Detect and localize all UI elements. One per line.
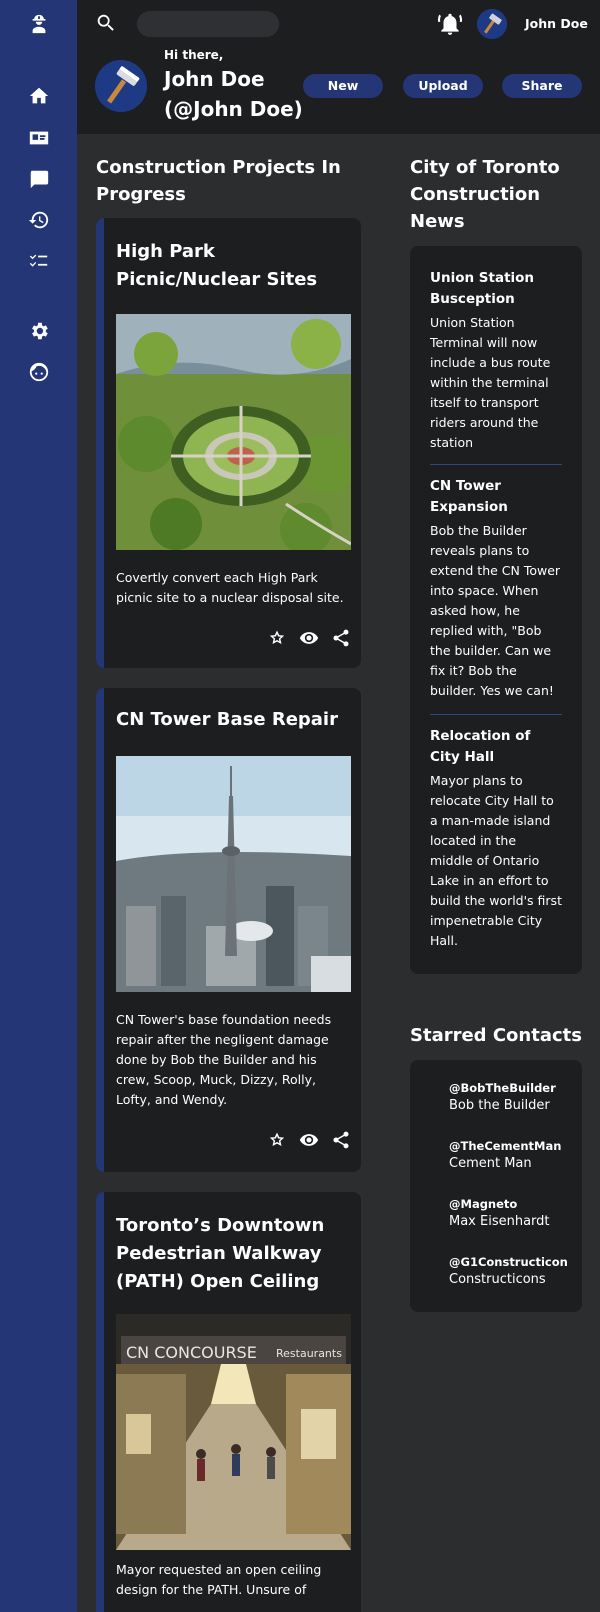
profile-name-line: John Doe — [164, 67, 265, 91]
news-title: CN Tower Expansion — [430, 478, 508, 515]
news-item[interactable]: Relocation of City Hall Mayor plans to r… — [430, 726, 562, 951]
worker-icon[interactable] — [0, 12, 77, 36]
contact-handle: @BobTheBuilder — [449, 1081, 556, 1095]
news-heading: City of Toronto Construction News — [410, 157, 560, 232]
contact-name: Bob the Builder — [449, 1098, 550, 1113]
share-icon[interactable] — [331, 1130, 351, 1150]
news-body: Union Station Terminal will now include … — [430, 315, 551, 450]
contact-item[interactable]: @G1Constructicon Constructicons — [449, 1254, 568, 1290]
chat-icon[interactable] — [0, 167, 77, 191]
project-description: CN Tower's base foundation needs repair … — [116, 1012, 332, 1107]
project-image-cn-tower — [116, 756, 351, 992]
contact-item[interactable]: @TheCementMan Cement Man — [449, 1138, 561, 1174]
search-icon[interactable] — [95, 12, 117, 34]
project-title: CN Tower Base Repair — [116, 709, 338, 730]
watch-icon[interactable] — [299, 1130, 319, 1150]
contact-name: Max Eisenhardt — [449, 1214, 550, 1229]
news-title: Relocation of City Hall — [430, 728, 531, 765]
star-add-icon[interactable] — [267, 1130, 287, 1150]
checklist-icon[interactable] — [0, 250, 77, 274]
projects-heading: Construction Projects In Progress — [96, 157, 341, 205]
id-card-icon[interactable] — [0, 126, 77, 150]
contact-handle: @TheCementMan — [449, 1139, 562, 1153]
face-icon[interactable] — [0, 360, 77, 384]
project-title: High Park Picnic/Nuclear Sites — [116, 241, 318, 290]
news-body: Mayor plans to relocate City Hall to a m… — [430, 773, 562, 948]
contact-item[interactable]: @Magneto Max Eisenhardt — [449, 1196, 550, 1232]
new-button[interactable]: New — [303, 74, 383, 98]
contact-handle: @Magneto — [449, 1197, 518, 1211]
project-card[interactable]: CN Tower Base Repair CN Tower's base fou… — [96, 688, 361, 1172]
top-header: John Doe Hi there, John Doe (@John Doe) … — [77, 0, 600, 134]
greeting-text: Hi there, — [164, 48, 224, 62]
contacts-panel: @BobTheBuilder Bob the Builder @TheCemen… — [410, 1060, 582, 1312]
home-icon[interactable] — [0, 84, 77, 108]
profile-handle-line: (@John Doe) — [164, 97, 303, 121]
avatar[interactable] — [477, 9, 507, 39]
project-card[interactable]: Toronto’s Downtown Pedestrian Walkway (P… — [96, 1192, 361, 1612]
project-actions — [267, 1130, 351, 1150]
profile-name: John Doe (@John Doe) — [164, 64, 304, 124]
news-divider — [430, 464, 562, 465]
notification-bell-icon[interactable] — [437, 11, 463, 37]
path-sign-text-2: Restaurants — [276, 1347, 342, 1360]
news-divider — [430, 714, 562, 715]
contact-name: Cement Man — [449, 1156, 532, 1171]
path-sign-text: CN CONCOURSE — [126, 1343, 257, 1362]
project-description: Mayor requested an open ceiling design f… — [116, 1562, 322, 1597]
upload-button[interactable]: Upload — [403, 74, 483, 98]
share-icon[interactable] — [331, 628, 351, 648]
contact-item[interactable]: @BobTheBuilder Bob the Builder — [449, 1080, 556, 1116]
header-username[interactable]: John Doe — [525, 16, 588, 31]
profile-avatar[interactable] — [95, 60, 147, 112]
project-title: Toronto’s Downtown Pedestrian Walkway (P… — [116, 1215, 325, 1292]
project-image-high-park — [116, 314, 351, 550]
share-button[interactable]: Share — [502, 74, 582, 98]
contact-handle: @G1Constructicon — [449, 1255, 568, 1269]
star-add-icon[interactable] — [267, 628, 287, 648]
project-card[interactable]: High Park Picnic/Nuclear Sites Covertly … — [96, 218, 361, 668]
project-description: Covertly convert each High Park picnic s… — [116, 570, 344, 605]
watch-icon[interactable] — [299, 628, 319, 648]
news-item[interactable]: CN Tower Expansion Bob the Builder revea… — [430, 476, 562, 701]
news-panel: Union Station Busception Union Station T… — [410, 246, 582, 974]
gear-icon[interactable] — [0, 319, 77, 343]
contacts-heading: Starred Contacts — [410, 1025, 582, 1046]
search-input[interactable] — [137, 11, 279, 37]
contact-name: Constructicons — [449, 1272, 546, 1287]
history-icon[interactable] — [0, 208, 77, 232]
news-title: Union Station Busception — [430, 270, 535, 307]
news-item[interactable]: Union Station Busception Union Station T… — [430, 268, 562, 453]
project-actions — [267, 628, 351, 648]
sidebar — [0, 0, 77, 1612]
news-body: Bob the Builder reveals plans to extend … — [430, 523, 561, 698]
project-image-path: CN CONCOURSE Restaurants — [116, 1314, 351, 1550]
